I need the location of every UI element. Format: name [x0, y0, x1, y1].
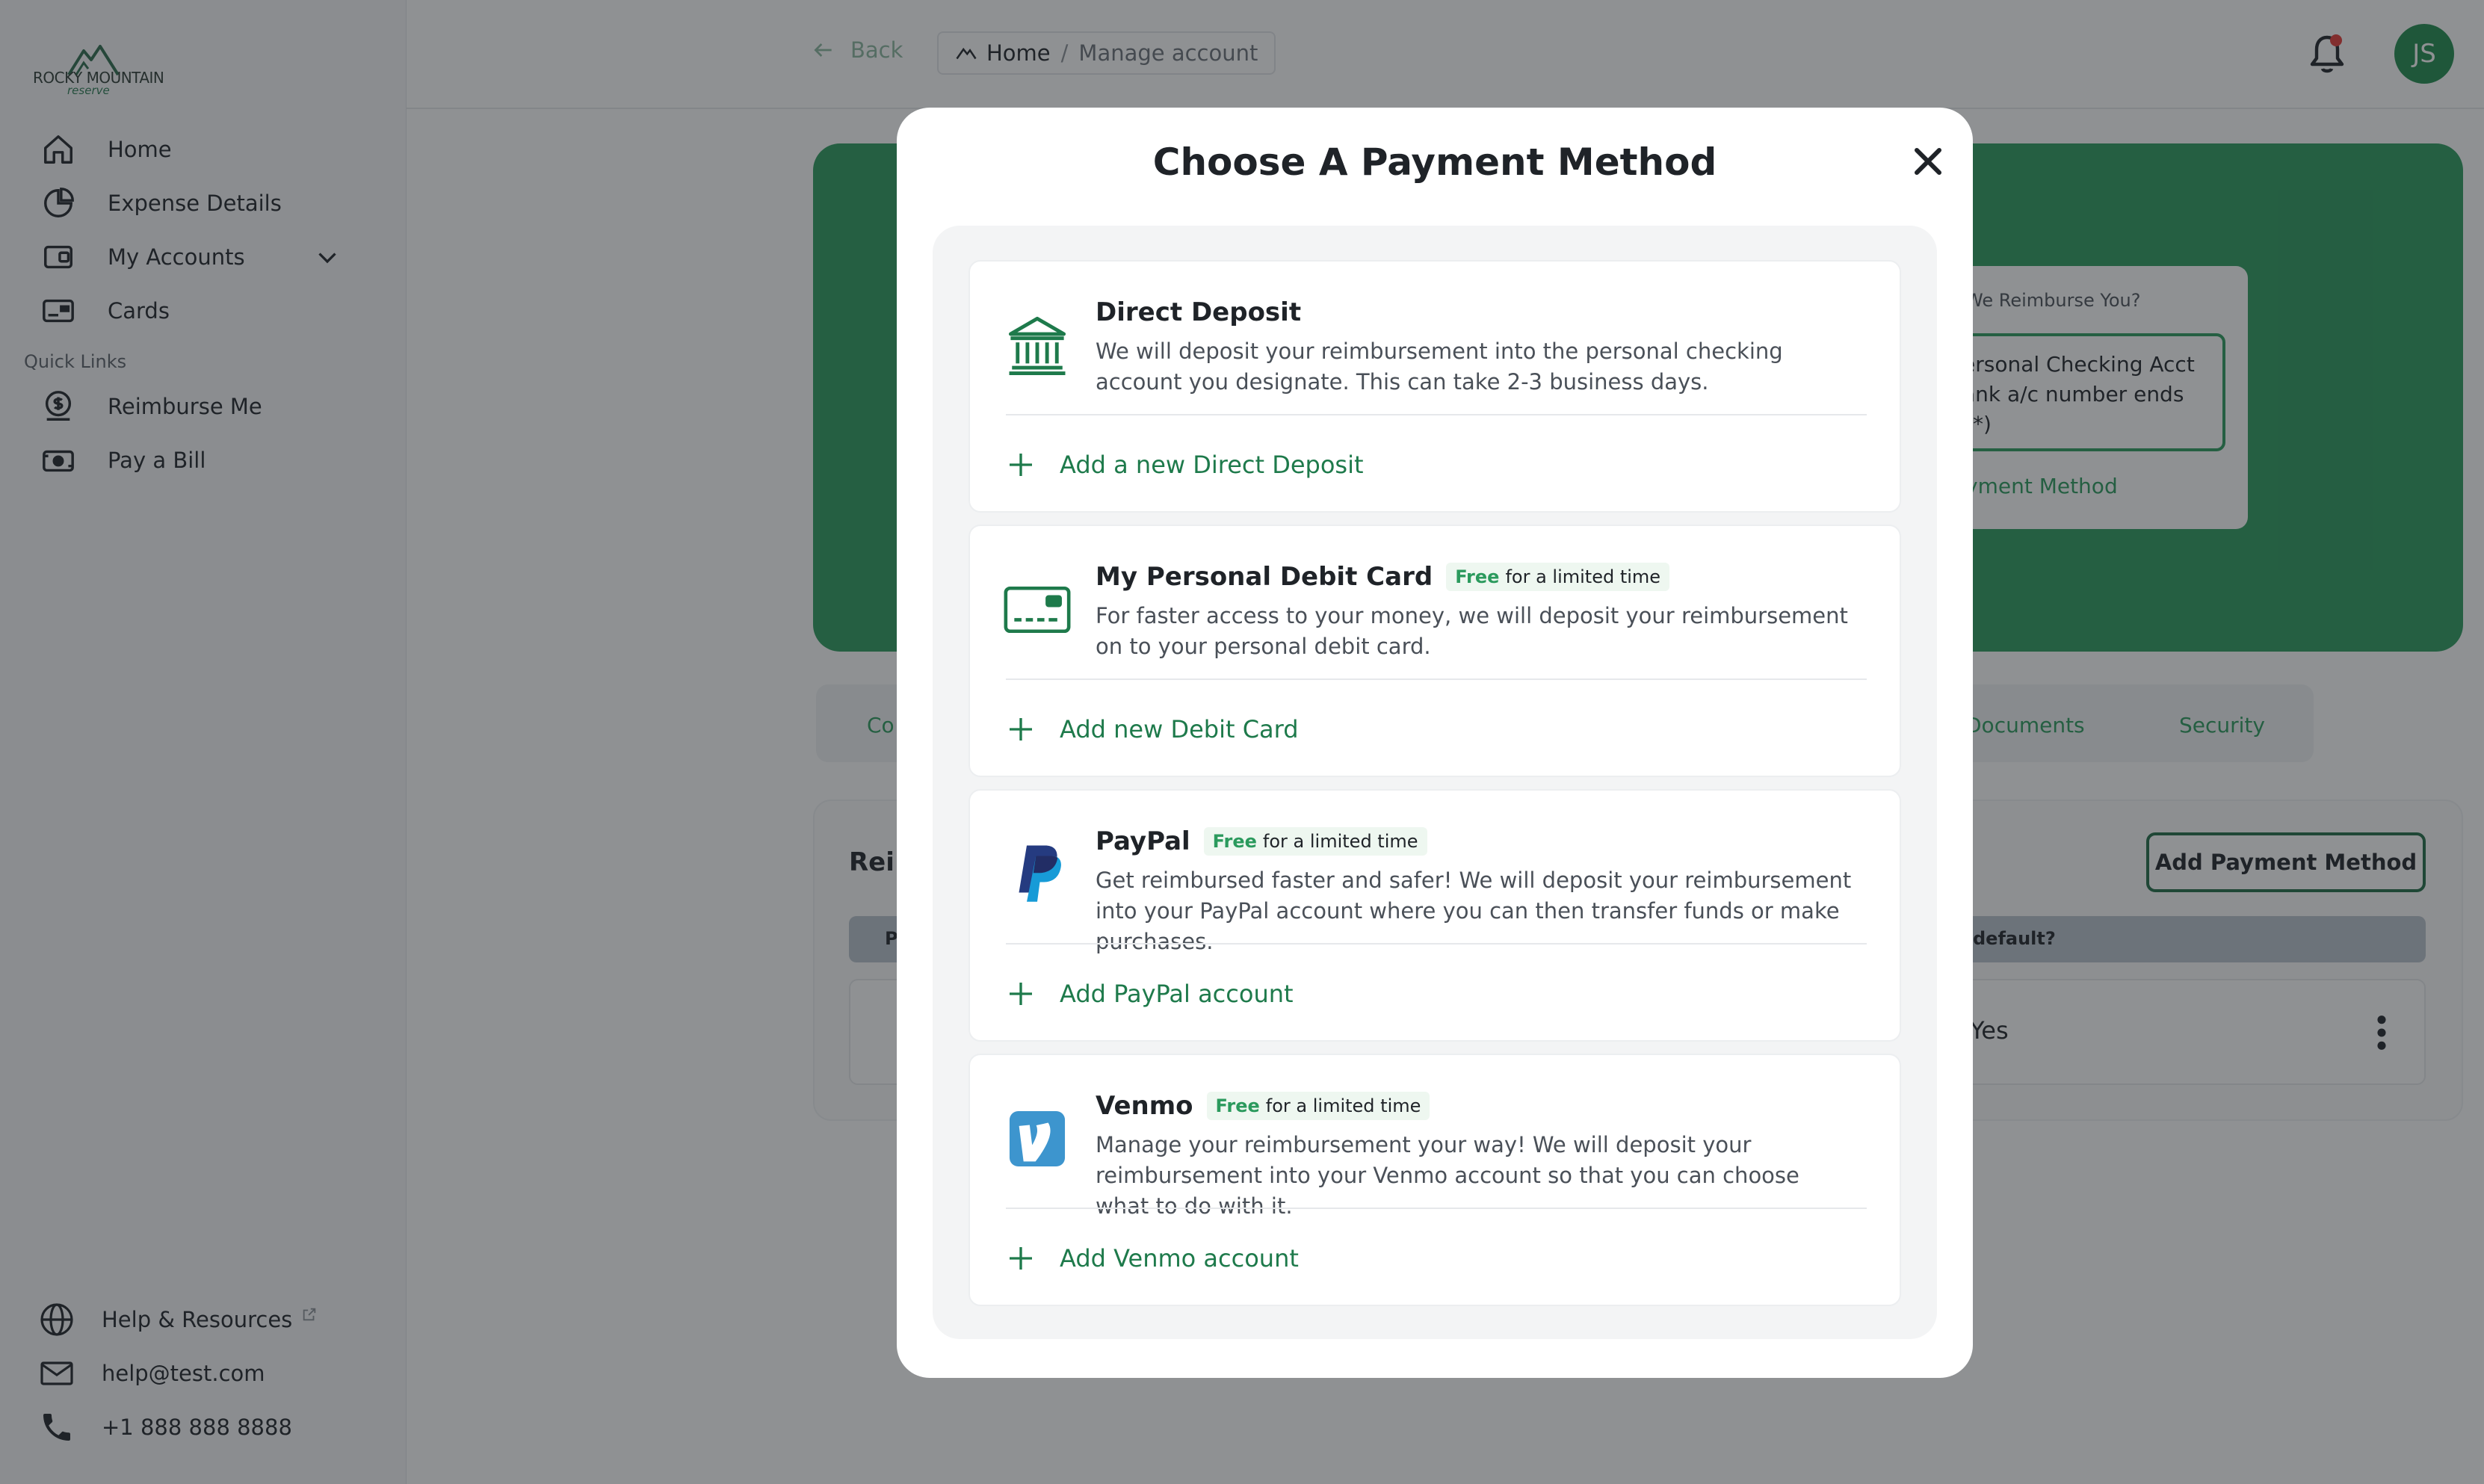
option-venmo: Venmo Free for a limited time Manage you… [968, 1054, 1901, 1306]
payment-method-modal: Choose A Payment Method Direct Deposit W… [897, 108, 1973, 1378]
paypal-icon [1000, 837, 1075, 912]
bank-icon [1000, 308, 1075, 383]
option-description: We will deposit your reimbursement into … [1096, 338, 1783, 395]
divider [1006, 943, 1867, 944]
add-label: Add PayPal account [1060, 980, 1294, 1008]
plus-icon [1010, 1247, 1032, 1270]
option-direct-deposit: Direct Deposit We will deposit your reim… [968, 260, 1901, 513]
divider [1006, 414, 1867, 415]
add-paypal-button[interactable]: Add PayPal account [1006, 964, 1294, 1024]
plus-icon [1010, 718, 1032, 741]
close-icon[interactable] [1906, 139, 1950, 184]
option-name: Venmo [1096, 1091, 1193, 1121]
option-debit-card: My Personal Debit Card Free for a limite… [968, 525, 1901, 777]
modal-title: Choose A Payment Method [1152, 140, 1717, 184]
add-venmo-button[interactable]: Add Venmo account [1006, 1228, 1299, 1288]
option-paypal: PayPal Free for a limited time Get reimb… [968, 789, 1901, 1042]
add-label: Add a new Direct Deposit [1060, 451, 1364, 479]
debit-card-icon [1000, 572, 1075, 647]
plus-icon [1010, 983, 1032, 1005]
divider [1006, 678, 1867, 680]
options-container: Direct Deposit We will deposit your reim… [933, 226, 1937, 1339]
add-debit-card-button[interactable]: Add new Debit Card [1006, 699, 1299, 759]
option-name: PayPal [1096, 826, 1190, 856]
free-badge: Free for a limited time [1206, 1092, 1430, 1120]
free-badge: Free for a limited time [1446, 563, 1670, 591]
free-badge: Free for a limited time [1203, 827, 1427, 856]
add-label: Add Venmo account [1060, 1244, 1299, 1273]
option-name: My Personal Debit Card [1096, 562, 1433, 592]
option-name: Direct Deposit [1096, 297, 1302, 327]
add-label: Add new Debit Card [1060, 715, 1299, 743]
option-description: For faster access to your money, we will… [1096, 603, 1848, 659]
venmo-icon [1000, 1101, 1075, 1176]
add-direct-deposit-button[interactable]: Add a new Direct Deposit [1006, 435, 1364, 495]
plus-icon [1010, 454, 1032, 476]
divider [1006, 1208, 1867, 1209]
